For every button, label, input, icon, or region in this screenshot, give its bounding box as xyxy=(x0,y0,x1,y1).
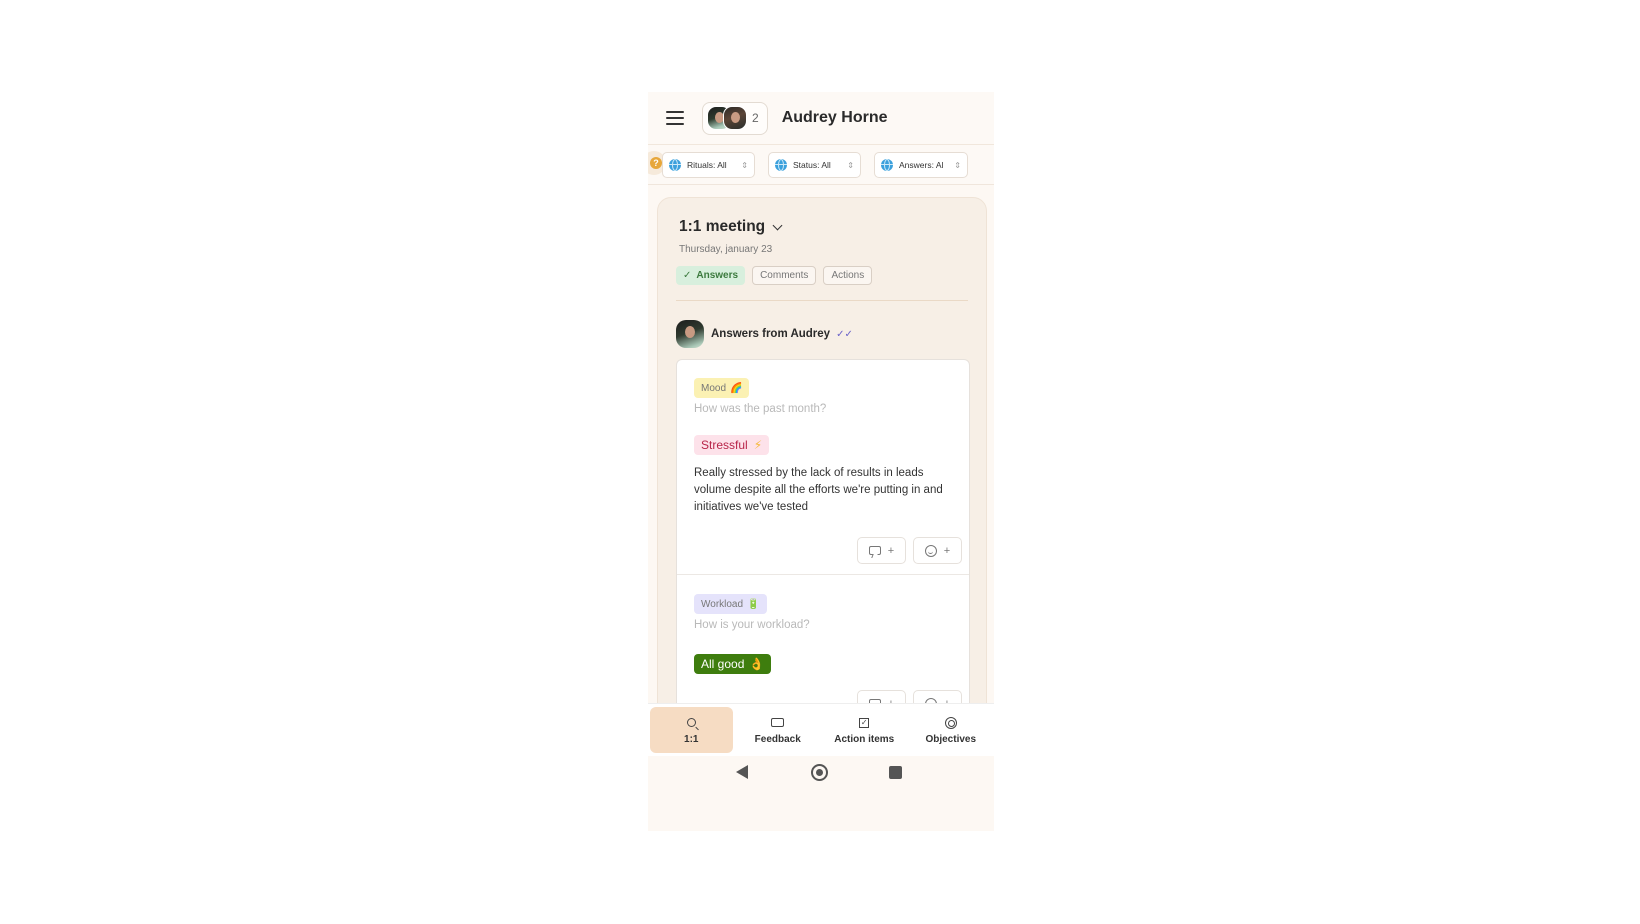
lightning-icon: ⚡ xyxy=(753,438,763,452)
answer-item: Mood 🌈 How was the past month? Stressful… xyxy=(677,360,969,575)
filter-answers[interactable]: Answers: Al ⇕ xyxy=(874,152,968,178)
ok-hand-icon: 👌 xyxy=(749,657,765,671)
nav-1on1[interactable]: 1:1 xyxy=(650,707,733,753)
check-icon: ✓ xyxy=(683,270,692,281)
recent-apps-icon[interactable] xyxy=(889,766,902,779)
globe-icon xyxy=(775,159,787,171)
meeting-card: 1:1 meeting Thursday, january 23 ✓ Answe… xyxy=(657,197,987,779)
question-tag: Mood 🌈 xyxy=(694,378,750,398)
target-icon xyxy=(944,716,957,729)
filter-status[interactable]: Status: All ⇕ xyxy=(768,152,861,178)
double-check-icon: ✓✓ xyxy=(836,328,853,340)
tab-comments[interactable]: Comments xyxy=(752,266,817,285)
nav-objectives[interactable]: Objectives xyxy=(910,707,993,753)
tab-answers[interactable]: ✓ Answers xyxy=(676,266,746,285)
divider xyxy=(676,300,968,301)
hamburger-menu-icon[interactable] xyxy=(666,111,684,125)
checkbox-icon: ✓ xyxy=(859,717,870,728)
top-header: 2 Audrey Horne xyxy=(648,92,994,145)
question-text: How is your workload? xyxy=(694,619,810,631)
back-icon[interactable] xyxy=(736,765,748,779)
updown-chevron-icon: ⇕ xyxy=(847,160,854,170)
page-title: Audrey Horne xyxy=(781,109,888,126)
globe-icon xyxy=(669,159,681,171)
meeting-date: Thursday, january 23 xyxy=(679,244,773,255)
answer-value: All good 👌 xyxy=(694,654,772,674)
chevron-down-icon xyxy=(772,220,783,230)
add-reaction-button[interactable]: + xyxy=(913,537,962,564)
home-icon[interactable] xyxy=(811,764,828,781)
rainbow-icon: 🌈 xyxy=(730,382,743,394)
meeting-title-dropdown[interactable]: 1:1 meeting xyxy=(679,218,783,236)
answers-header: Answers from Audrey ✓✓ xyxy=(676,320,853,348)
filter-rituals[interactable]: Rituals: All ⇕ xyxy=(662,152,755,178)
question-text: How was the past month? xyxy=(694,403,827,415)
answer-value: Stressful ⚡ xyxy=(694,435,770,455)
participants-switcher[interactable]: 2 xyxy=(702,101,768,135)
tab-actions[interactable]: Actions xyxy=(823,266,873,285)
system-navigation-bar xyxy=(648,756,994,831)
meeting-tabs: ✓ Answers Comments Actions xyxy=(676,266,873,285)
add-comment-button[interactable]: + xyxy=(857,537,906,564)
globe-icon xyxy=(881,159,893,171)
help-icon[interactable]: ? xyxy=(650,157,662,169)
speech-bubble-icon xyxy=(771,718,785,727)
answers-title: Answers from Audrey xyxy=(711,328,831,340)
nav-feedback[interactable]: Feedback xyxy=(737,707,820,753)
answer-actions: + + xyxy=(857,537,962,564)
comment-icon xyxy=(868,546,881,555)
updown-chevron-icon: ⇕ xyxy=(741,160,748,170)
avatar xyxy=(676,320,704,348)
filter-bar: ? Rituals: All ⇕ Status: All ⇕ Answers: … xyxy=(648,145,994,185)
search-icon xyxy=(686,718,696,727)
smiley-icon xyxy=(924,544,937,557)
question-tag: Workload 🔋 xyxy=(694,594,767,614)
bottom-navigation: 1:1 Feedback ✓ Action items Objectives xyxy=(648,703,994,756)
answer-comment: Really stressed by the lack of results i… xyxy=(694,467,943,513)
phone-screen: 2 Audrey Horne ? Rituals: All ⇕ Status: … xyxy=(648,92,994,831)
battery-icon: 🔋 xyxy=(747,598,760,610)
nav-action-items[interactable]: ✓ Action items xyxy=(823,707,906,753)
avatar xyxy=(723,106,747,130)
participants-count: 2 xyxy=(752,111,759,125)
updown-chevron-icon: ⇕ xyxy=(954,160,961,170)
